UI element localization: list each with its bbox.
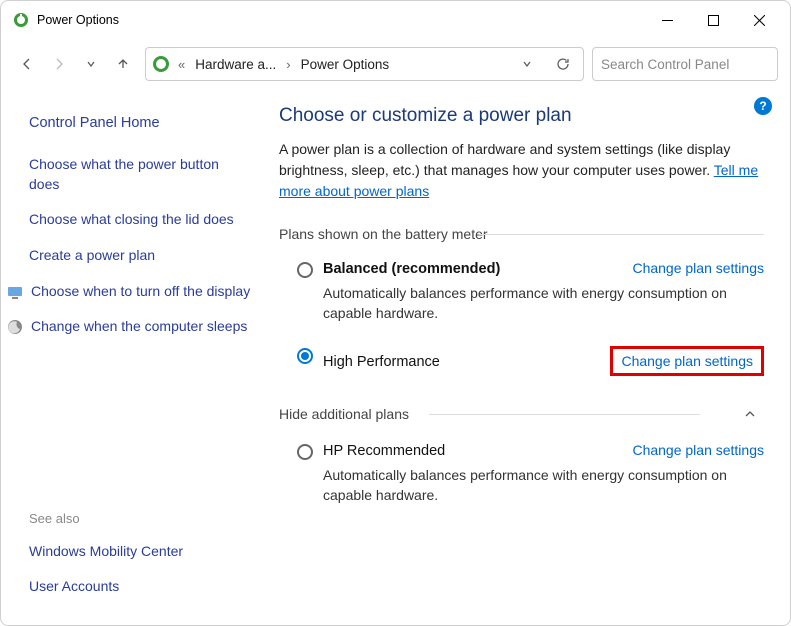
sidebar-turn-off-display[interactable]: Choose when to turn off the display xyxy=(31,274,250,310)
sidebar-power-button[interactable]: Choose what the power button does xyxy=(29,147,253,202)
sidebar-create-plan[interactable]: Create a power plan xyxy=(29,238,253,274)
navbar: « Hardware a... › Power Options xyxy=(1,39,790,89)
plan-desc-balanced: Automatically balances performance with … xyxy=(323,283,764,324)
chevron-right-icon: › xyxy=(284,57,292,72)
refresh-button[interactable] xyxy=(549,50,577,78)
close-button[interactable] xyxy=(736,4,782,36)
crumb-hardware[interactable]: Hardware a... xyxy=(191,55,280,74)
breadcrumb-bar[interactable]: « Hardware a... › Power Options xyxy=(145,47,584,81)
change-settings-high-performance[interactable]: Change plan settings xyxy=(610,346,764,376)
sidebar-closing-lid[interactable]: Choose what closing the lid does xyxy=(29,202,253,238)
window-title: Power Options xyxy=(37,13,644,27)
crumb-dropdown[interactable] xyxy=(513,50,541,78)
up-button[interactable] xyxy=(109,50,137,78)
sidebar-home[interactable]: Control Panel Home xyxy=(29,105,253,141)
plan-desc-hp-recommended: Automatically balances performance with … xyxy=(323,465,764,506)
sleep-icon xyxy=(7,319,23,335)
search-box[interactable] xyxy=(592,47,778,81)
sidebar-mobility-center[interactable]: Windows Mobility Center xyxy=(29,534,253,570)
nav-arrows xyxy=(13,50,137,78)
desc-text: A power plan is a collection of hardware… xyxy=(279,141,730,178)
window-controls xyxy=(644,4,782,36)
page-description: A power plan is a collection of hardware… xyxy=(279,139,764,202)
display-icon xyxy=(7,284,23,300)
radio-high-performance[interactable] xyxy=(297,348,313,364)
plan-hp-recommended: HP Recommended Change plan settings Auto… xyxy=(279,438,764,524)
help-icon[interactable]: ? xyxy=(754,97,772,115)
sidebar: Control Panel Home Choose what the power… xyxy=(1,89,261,625)
plan-name-hp-recommended: HP Recommended xyxy=(323,443,445,459)
crumb-separator: « xyxy=(176,57,187,72)
hide-additional-label[interactable]: Hide additional plans xyxy=(279,406,736,422)
plan-balanced: Balanced (recommended) Change plan setti… xyxy=(279,256,764,342)
page-heading: Choose or customize a power plan xyxy=(279,105,764,127)
search-input[interactable] xyxy=(601,57,778,72)
forward-button[interactable] xyxy=(45,50,73,78)
plan-name-balanced: Balanced (recommended) xyxy=(323,261,500,277)
plan-high-performance: High Performance Change plan settings xyxy=(279,342,764,394)
back-button[interactable] xyxy=(13,50,41,78)
radio-hp-recommended[interactable] xyxy=(297,444,313,460)
change-settings-hp-recommended[interactable]: Change plan settings xyxy=(632,442,764,458)
change-settings-balanced[interactable]: Change plan settings xyxy=(632,260,764,276)
maximize-button[interactable] xyxy=(690,4,736,36)
see-also-label: See also xyxy=(29,511,253,526)
hide-additional-plans-row: Hide additional plans xyxy=(279,404,764,424)
crumb-power-options[interactable]: Power Options xyxy=(297,55,394,74)
radio-balanced[interactable] xyxy=(297,262,313,278)
plan-name-high-performance: High Performance xyxy=(323,354,440,370)
minimize-button[interactable] xyxy=(644,4,690,36)
control-panel-icon xyxy=(152,55,170,73)
collapse-chevron-icon[interactable] xyxy=(736,404,764,424)
sidebar-user-accounts[interactable]: User Accounts xyxy=(29,569,253,605)
titlebar: Power Options xyxy=(1,1,790,39)
sidebar-computer-sleeps[interactable]: Change when the computer sleeps xyxy=(31,309,247,345)
window: Power Options xyxy=(0,0,791,626)
main-content: Choose or customize a power plan A power… xyxy=(261,89,790,625)
power-options-icon xyxy=(13,12,29,28)
recent-dropdown[interactable] xyxy=(77,50,105,78)
body-area: ? Control Panel Home Choose what the pow… xyxy=(1,89,790,625)
battery-meter-group-label: Plans shown on the battery meter xyxy=(279,226,764,242)
